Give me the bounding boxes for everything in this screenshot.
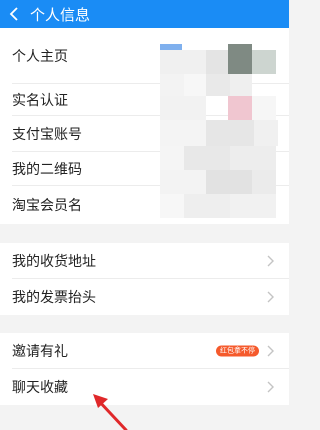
mosaic-block [230, 146, 276, 170]
mosaic-block [160, 96, 206, 120]
mosaic-block [184, 194, 230, 218]
row-invite-gift[interactable]: 邀请有礼 红包拿不停 [0, 333, 289, 369]
chevron-right-icon [267, 291, 275, 303]
address-section: 我的收货地址 我的发票抬头 [0, 243, 289, 315]
row-label: 我的发票抬头 [12, 290, 96, 306]
annotation-arrow-icon [93, 394, 128, 430]
mosaic-block [252, 50, 276, 74]
mosaic-block [184, 74, 206, 96]
chevron-right-icon [267, 255, 275, 267]
row-shipping-address[interactable]: 我的收货地址 [0, 243, 289, 279]
mosaic-block [206, 50, 228, 74]
mosaic-block [230, 194, 276, 218]
mosaic-block [160, 50, 206, 74]
row-label: 淘宝会员名 [12, 198, 82, 214]
mosaic-block [230, 74, 252, 96]
row-chat-favorites[interactable]: 聊天收藏 [0, 369, 289, 405]
mosaic-block [252, 96, 276, 120]
row-label: 邀请有礼 [12, 344, 68, 360]
blurred-content-mosaic [160, 44, 278, 218]
other-section: 邀请有礼 红包拿不停 聊天收藏 [0, 333, 289, 405]
mosaic-block [206, 170, 252, 194]
mosaic-block [160, 146, 184, 170]
mosaic-block [160, 170, 206, 194]
row-label: 实名认证 [12, 93, 68, 109]
chevron-right-icon [267, 381, 275, 393]
mosaic-block [206, 74, 230, 96]
mosaic-block [160, 74, 184, 96]
row-label: 我的收货地址 [12, 254, 96, 270]
mosaic-block [228, 96, 252, 120]
mosaic-block [206, 120, 254, 146]
mosaic-block [254, 120, 278, 146]
row-label: 支付宝账号 [12, 127, 82, 143]
mosaic-block [252, 170, 276, 194]
mosaic-block [160, 120, 206, 146]
back-button[interactable] [0, 0, 30, 28]
row-label: 个人主页 [12, 49, 68, 65]
title-bar: 个人信息 [0, 0, 289, 28]
promo-badge: 红包拿不停 [216, 345, 259, 357]
chevron-right-icon [267, 345, 275, 357]
row-invoice-title[interactable]: 我的发票抬头 [0, 279, 289, 315]
mosaic-block [160, 194, 184, 218]
mosaic-block [228, 44, 252, 74]
row-label: 我的二维码 [12, 162, 82, 178]
page-title: 个人信息 [30, 5, 91, 24]
mosaic-block [184, 146, 230, 170]
back-arrow-icon [9, 7, 18, 21]
row-label: 聊天收藏 [12, 380, 68, 396]
